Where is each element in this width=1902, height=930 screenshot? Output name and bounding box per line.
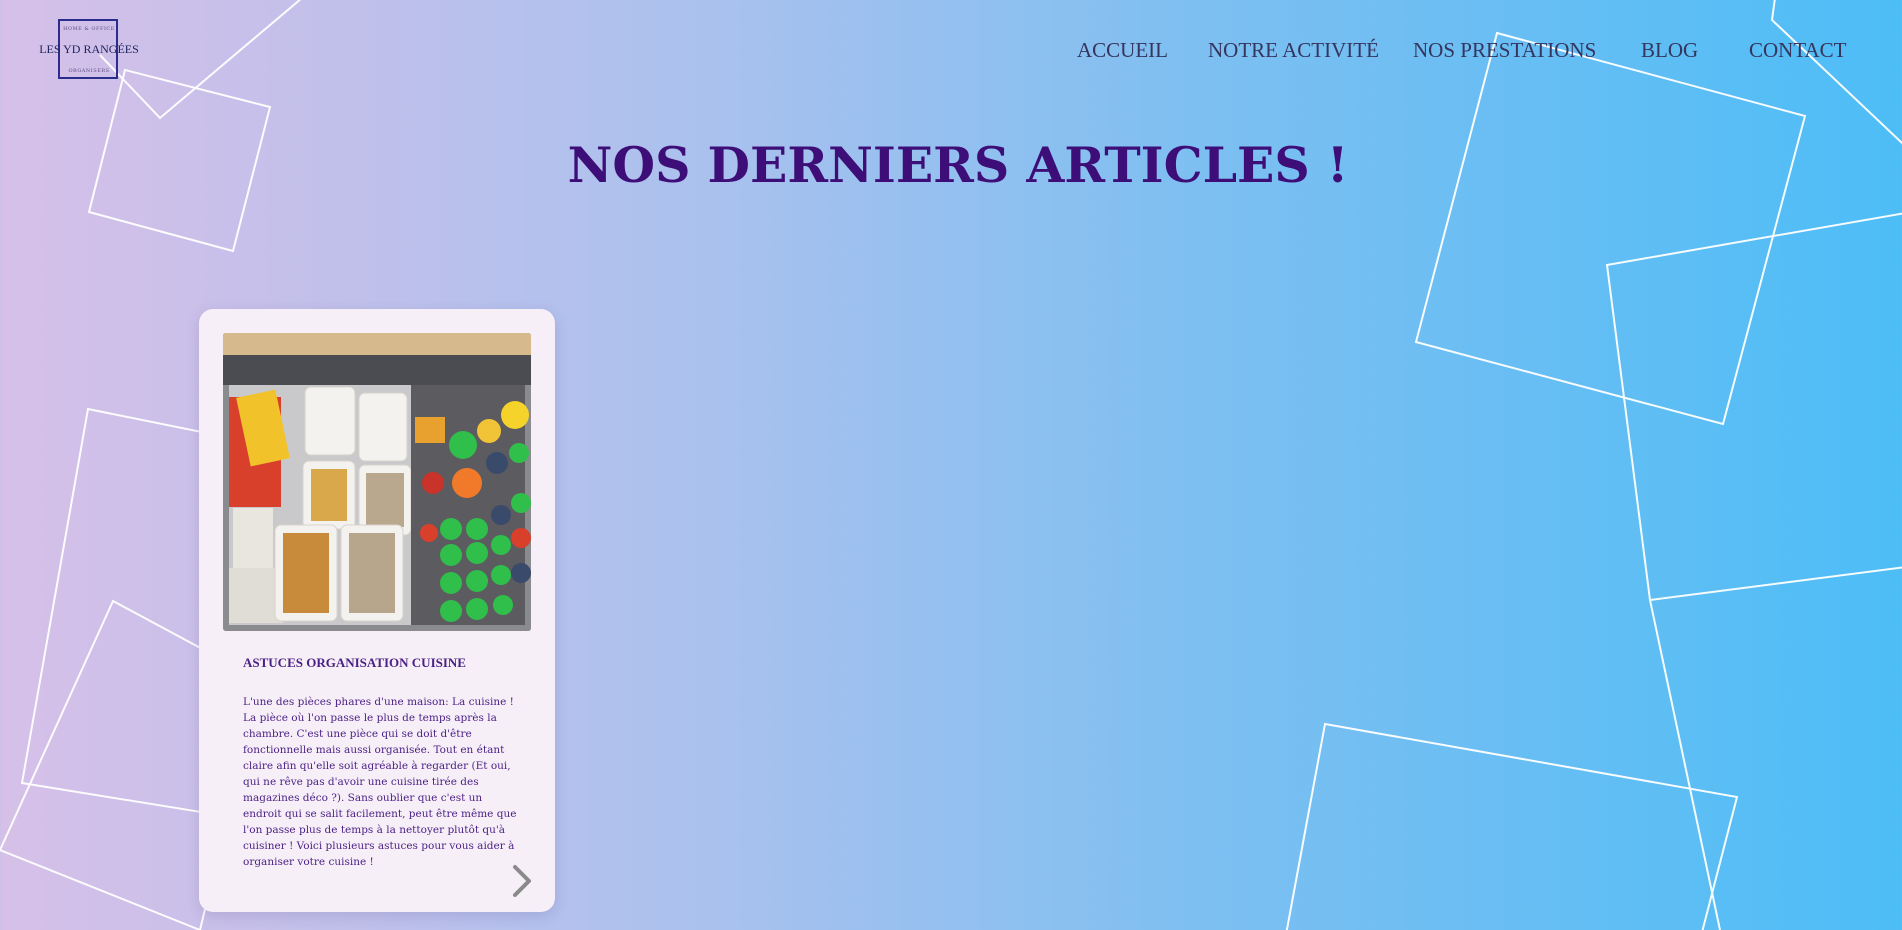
- chevron-right-icon[interactable]: [507, 863, 535, 899]
- nav-item-contact[interactable]: CONTACT: [1749, 38, 1846, 63]
- site-logo[interactable]: HOME & OFFICE LES YD RANGÉES ORGANISERS: [36, 19, 142, 81]
- nav-item-accueil[interactable]: ACCUEIL: [1077, 38, 1168, 63]
- nav-item-nos-prestations[interactable]: NOS PRESTATIONS: [1413, 38, 1596, 63]
- article-excerpt: L'une des pièces phares d'une maison: La…: [243, 696, 517, 868]
- article-card[interactable]: ASTUCES ORGANISATION CUISINE L'une des p…: [199, 309, 555, 912]
- nav-item-blog[interactable]: BLOG: [1641, 38, 1698, 63]
- logo-tagline-top: HOME & OFFICE: [63, 26, 115, 32]
- nav-item-notre-activite[interactable]: NOTRE ACTIVITÉ: [1208, 38, 1379, 63]
- logo-tagline-bottom: ORGANISERS: [68, 68, 110, 74]
- main-nav: ACCUEIL NOTRE ACTIVITÉ NOS PRESTATIONS B…: [1077, 38, 1847, 66]
- logo-name: LES YD RANGÉES: [39, 42, 139, 56]
- page-title: NOS DERNIERS ARTICLES !: [567, 136, 1349, 194]
- article-title[interactable]: ASTUCES ORGANISATION CUISINE: [243, 655, 533, 671]
- article-photo[interactable]: [223, 333, 531, 631]
- kitchen-drawer-image: [223, 333, 531, 631]
